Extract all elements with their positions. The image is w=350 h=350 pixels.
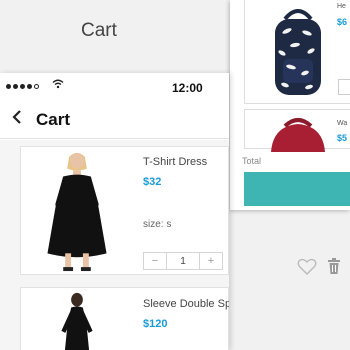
cart-item: Sleeve Double Split Maxi Dress $120 <box>20 287 229 350</box>
red-bag-image <box>271 118 325 152</box>
background-page-title: Cart <box>81 20 117 41</box>
chevron-left-icon[interactable] <box>11 109 23 130</box>
increase-quantity-button[interactable]: + <box>200 253 222 269</box>
checkout-button[interactable] <box>244 172 350 206</box>
cart-item: T-Shirt Dress $32 size: s − 1 + <box>20 146 229 275</box>
back-item-name: Wa <box>337 120 348 127</box>
quantity-value: 1 <box>166 253 200 269</box>
product-image-tshirt-dress <box>21 147 133 274</box>
trash-icon[interactable] <box>327 257 341 275</box>
cart-list: T-Shirt Dress $32 size: s − 1 + Sleeve D… <box>0 140 229 350</box>
back-item-name: He <box>337 3 346 10</box>
back-item-price: $5 <box>337 133 348 143</box>
product-size: size: s <box>143 219 172 230</box>
product-name: Sleeve Double Split Maxi Dress <box>143 298 229 310</box>
wifi-icon <box>52 79 64 92</box>
product-image-maxi-dress <box>22 288 132 350</box>
product-price: $32 <box>143 176 162 188</box>
decrease-quantity-button[interactable]: − <box>144 253 166 269</box>
quantity-stepper: − 1 + <box>143 252 223 270</box>
back-cart-item: Wa $5 <box>244 109 350 152</box>
back-item-price: $6 <box>337 17 348 27</box>
backpack-image <box>275 9 321 95</box>
back-quantity-control[interactable] <box>338 79 350 95</box>
status-bar: 12:00 <box>0 73 229 101</box>
status-time: 12:00 <box>172 81 203 95</box>
product-price: $120 <box>143 318 168 330</box>
signal-strength-icon <box>6 84 39 89</box>
back-cart-item: He $6 <box>244 0 350 104</box>
page-title: Cart <box>36 110 71 129</box>
back-cart-screen: He $6 Wa $5 Total <box>230 0 350 210</box>
navigation-bar: Cart <box>0 101 229 139</box>
product-name: T-Shirt Dress <box>143 156 208 168</box>
phone-cart-screen: 12:00 Cart T-Shirt Dress $32 size: s − 1… <box>0 73 229 350</box>
total-label: Total <box>242 156 262 166</box>
heart-icon[interactable] <box>297 258 317 276</box>
